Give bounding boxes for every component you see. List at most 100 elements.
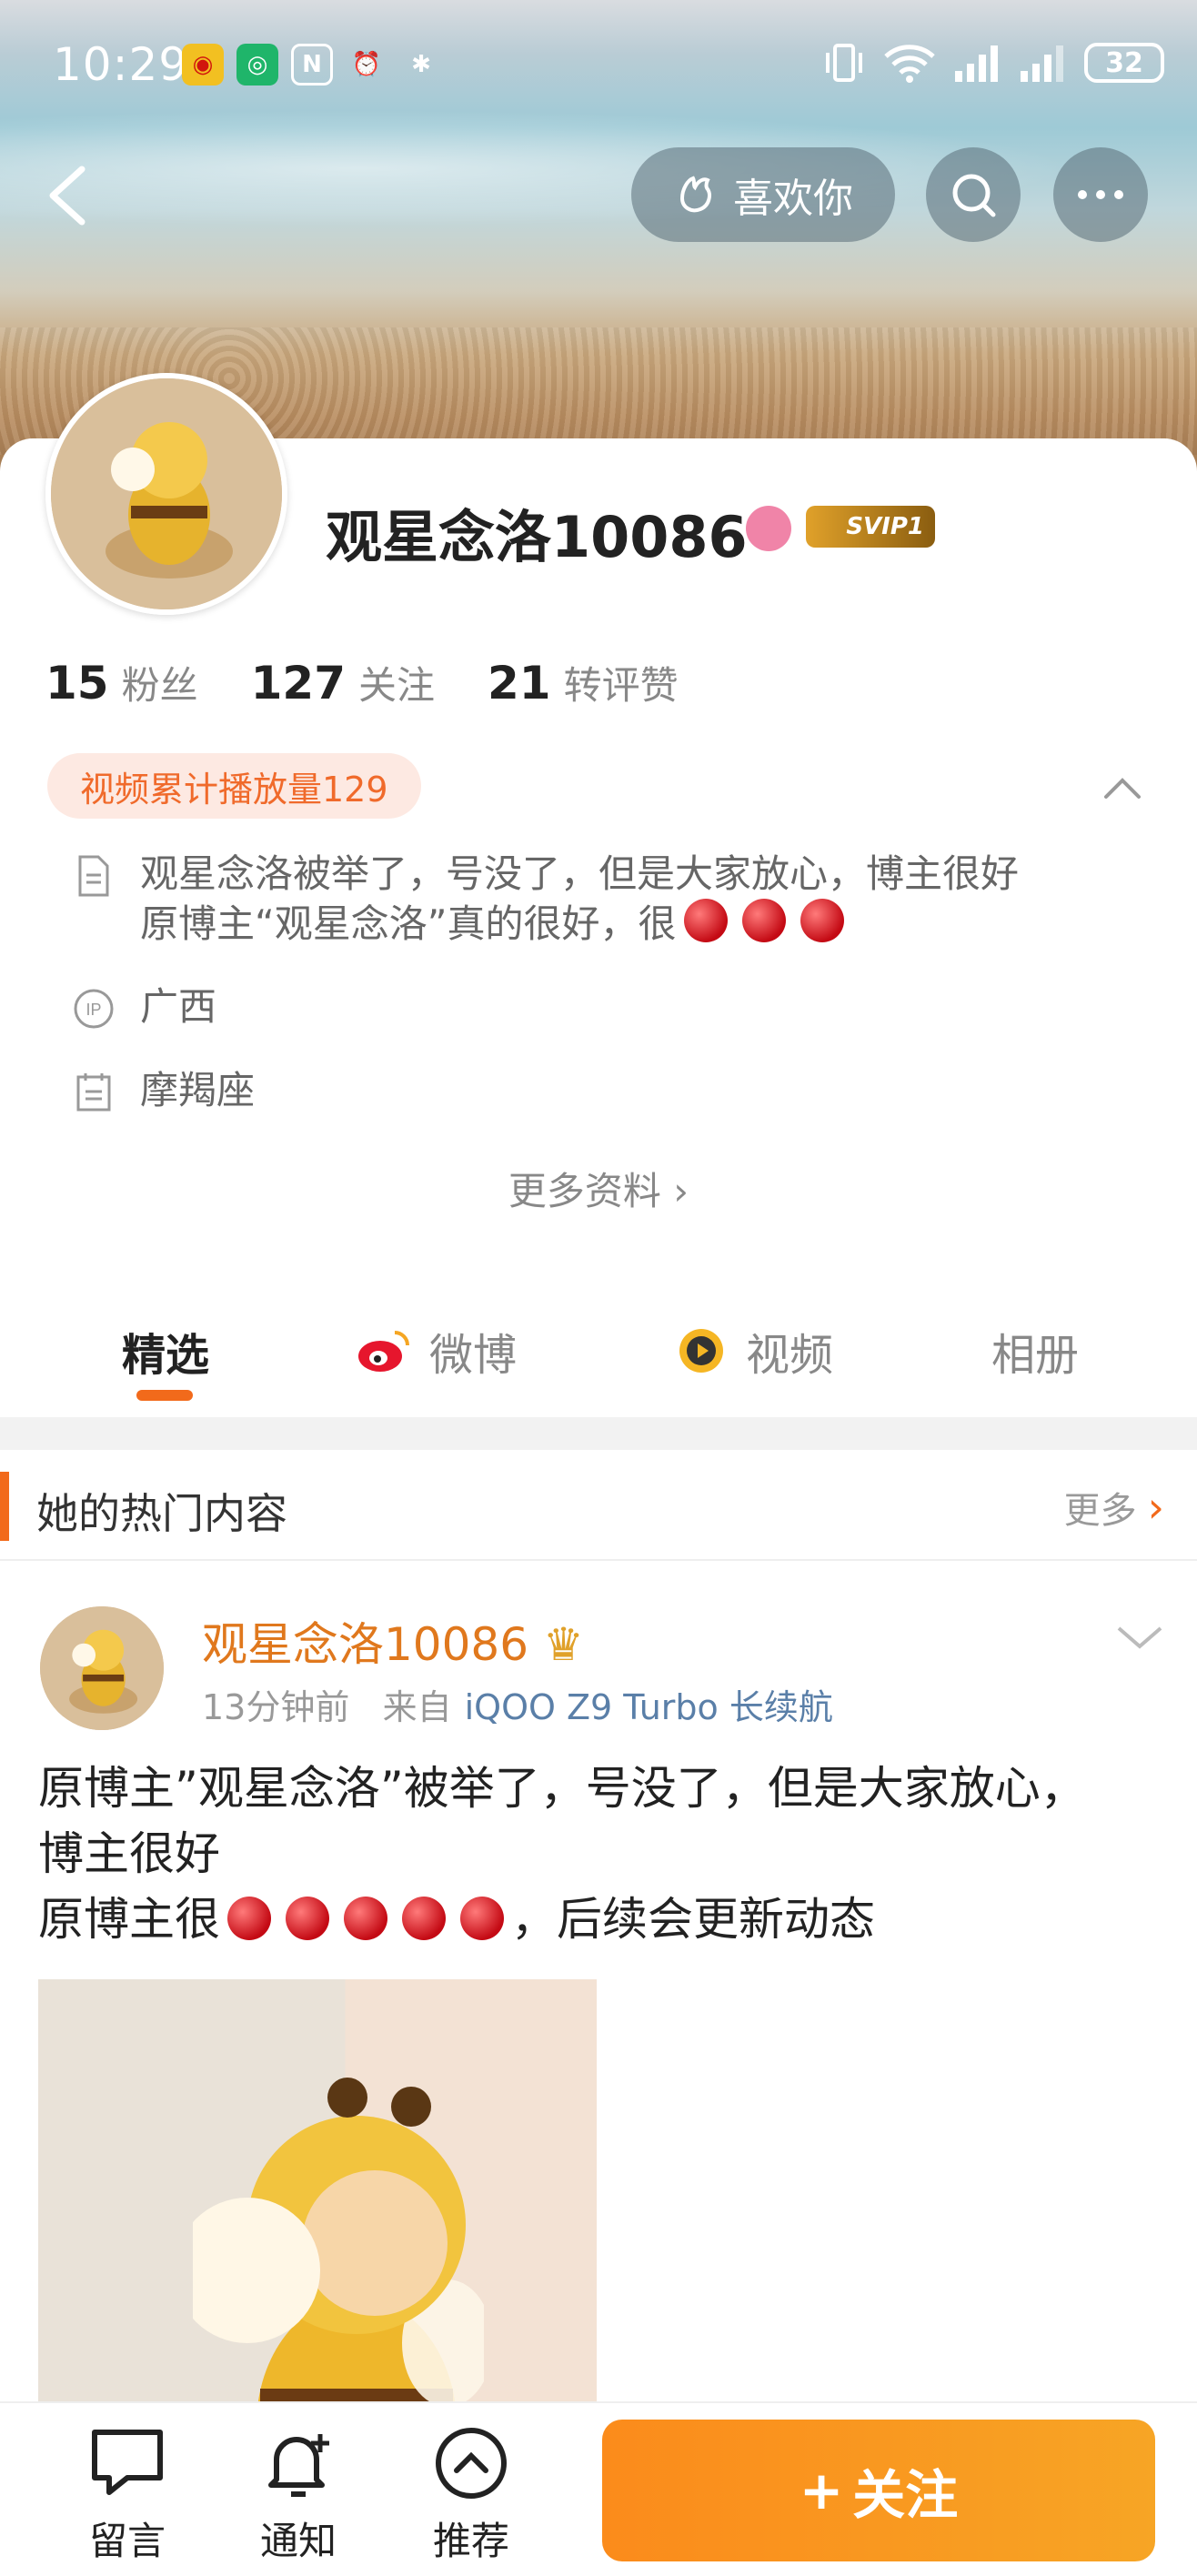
post-line-3-start: 原博主很 (38, 1893, 220, 1946)
message-label: 留言 (88, 2519, 166, 2563)
bio-line-2-wrap: 原博主“观星念洛”真的很好，很 (140, 899, 1019, 949)
profile-stats: 15 粉丝 127 关注 21 转评赞 (45, 655, 679, 710)
hot-content-header: 她的热门内容 更多 › (0, 1452, 1197, 1561)
alarm-icon: ⏰ (351, 51, 382, 78)
follow-button[interactable]: + 关注 (602, 2420, 1155, 2561)
notification-button[interactable]: 通知 (235, 2421, 362, 2566)
like-you-label: 喜欢你 (733, 176, 853, 222)
active-tab-indicator (136, 1390, 193, 1401)
bio-line-2: 原博主“观星念洛”真的很好，很 (140, 901, 677, 946)
location-row: IP 广西 (71, 982, 216, 1031)
apple-emoji-icon (800, 899, 844, 942)
tab-weibo-label: 微博 (429, 1330, 518, 1381)
more-dots-icon (1078, 190, 1123, 199)
tab-weibo[interactable]: 微博 (355, 1301, 517, 1401)
section-divider (0, 1417, 1197, 1450)
recommend-button[interactable]: 推荐 (407, 2421, 535, 2566)
post-author-name[interactable]: 观星念洛10086 ♛ (202, 1608, 584, 1674)
following-stat[interactable]: 127 关注 (251, 655, 435, 710)
tab-video[interactable]: 视频 (671, 1301, 833, 1401)
bottom-action-bar: 留言 通知 推荐 + 关注 (0, 2401, 1197, 2576)
like-you-button[interactable]: 喜欢你 (631, 147, 895, 242)
weibo-logo-icon (358, 1331, 409, 1372)
fans-stat[interactable]: 15 粉丝 (45, 655, 198, 710)
app-notification-icon: ◎ (236, 44, 278, 86)
tab-video-label: 视频 (746, 1330, 834, 1381)
apple-emoji-icon (344, 1897, 387, 1940)
follow-label: 关注 (852, 2464, 959, 2526)
message-button[interactable]: 留言 (64, 2421, 191, 2566)
tab-featured[interactable]: 精选 (122, 1301, 209, 1401)
back-icon[interactable] (42, 164, 96, 227)
document-icon (78, 855, 109, 897)
post-source-prefix: 来自 (382, 1687, 452, 1727)
following-label: 关注 (357, 663, 435, 708)
calendar-icon (76, 1073, 111, 1112)
likes-stat[interactable]: 21 转评赞 (488, 655, 679, 710)
search-icon (952, 174, 996, 217)
video-play-icon (679, 1329, 723, 1373)
hot-more-label: 更多 (1063, 1490, 1137, 1532)
tab-album-label: 相册 (991, 1330, 1080, 1381)
bio-text: 观星念洛被举了，号没了，但是大家放心，博主很好 原博主“观星念洛”真的很好，很 (140, 850, 1019, 949)
profile-tabs: 精选 微博 视频 相册 (0, 1301, 1197, 1401)
chevron-right-icon: › (1147, 1483, 1164, 1532)
female-badge-icon (746, 506, 791, 551)
following-count: 127 (250, 657, 346, 709)
chevron-up-icon[interactable] (1101, 770, 1144, 806)
system-status-icons: 32 (822, 42, 1164, 84)
chevron-right-icon: › (673, 1169, 689, 1213)
tab-featured-label: 精选 (122, 1330, 210, 1381)
chevron-down-icon[interactable] (1115, 1619, 1164, 1655)
post-line-2: 博主很好 (38, 1827, 220, 1880)
profile-avatar[interactable] (45, 373, 287, 615)
hand-heart-icon (679, 176, 711, 213)
likes-count: 21 (488, 657, 551, 709)
more-info-link[interactable]: 更多资料 › (0, 1161, 1197, 1216)
status-time: 10:29 (53, 38, 189, 91)
bio-row: 观星念洛被举了，号没了，但是大家放心，博主很好 原博主“观星念洛”真的很好，很 (71, 850, 1019, 949)
wifi-icon (884, 45, 935, 83)
plus-icon: + (799, 2460, 844, 2521)
apple-emoji-icon (286, 1897, 329, 1940)
more-info-label: 更多资料 (508, 1169, 661, 1213)
status-bar: 10:29 ◉ ◎ N ⏰ ✱ 32 (0, 0, 1197, 136)
post-meta: 13分钟前 来自 iQOO Z9 Turbo 长续航 (202, 1679, 833, 1729)
svg-text:IP: IP (86, 1001, 101, 1019)
apple-emoji-icon (683, 899, 728, 942)
bee-figure-avatar-image (51, 378, 282, 609)
notification-label: 通知 (259, 2519, 337, 2563)
apple-emoji-icon (741, 899, 786, 942)
video-plays-badge: 视频累计播放量129 (47, 753, 421, 819)
apple-emoji-icon (460, 1897, 504, 1940)
svip-badge[interactable]: SVIP1 (806, 506, 935, 548)
bluetooth-icon: ✱ (411, 51, 431, 78)
post-line-1: 原博主”观星念洛”被举了，号没了，但是大家放心， (38, 1762, 1086, 1815)
notification-icons: ◉ ◎ N ⏰ ✱ (182, 44, 442, 86)
post-device[interactable]: iQOO Z9 Turbo 长续航 (465, 1687, 833, 1727)
post-time: 13分钟前 (202, 1687, 350, 1727)
battery-indicator: 32 (1084, 43, 1164, 83)
hot-content-title: 她的热门内容 (36, 1489, 287, 1538)
fans-label: 粉丝 (121, 663, 198, 708)
profile-name: 观星念洛10086 (326, 504, 748, 570)
hot-more-link[interactable]: 更多 › (1064, 1481, 1164, 1534)
vibrate-icon (826, 44, 862, 82)
more-options-button[interactable] (1053, 147, 1148, 242)
tab-album[interactable]: 相册 (991, 1301, 1079, 1401)
apple-emoji-icon (227, 1897, 271, 1940)
post-text: 原博主”观星念洛”被举了，号没了，但是大家放心， 博主很好 原博主很 ，后续会更新… (38, 1756, 1166, 1952)
likes-label: 转评赞 (563, 663, 679, 708)
signal-2-icon (1021, 45, 1063, 82)
apple-emoji-icon (402, 1897, 446, 1940)
post-author-label: 观星念洛10086 (202, 1618, 529, 1671)
nfc-icon: N (291, 44, 333, 86)
post-author-avatar[interactable] (40, 1606, 164, 1730)
crown-badge-icon: ♛ (542, 1618, 584, 1671)
chat-bubble-icon (92, 2430, 163, 2495)
post-line-3-end: ，后续会更新动态 (511, 1893, 875, 1946)
location-text: 广西 (140, 984, 217, 1029)
bio-line-1: 观星念洛被举了，号没了，但是大家放心，博主很好 (140, 851, 1020, 896)
search-button[interactable] (926, 147, 1021, 242)
ip-location-icon: IP (74, 989, 114, 1029)
